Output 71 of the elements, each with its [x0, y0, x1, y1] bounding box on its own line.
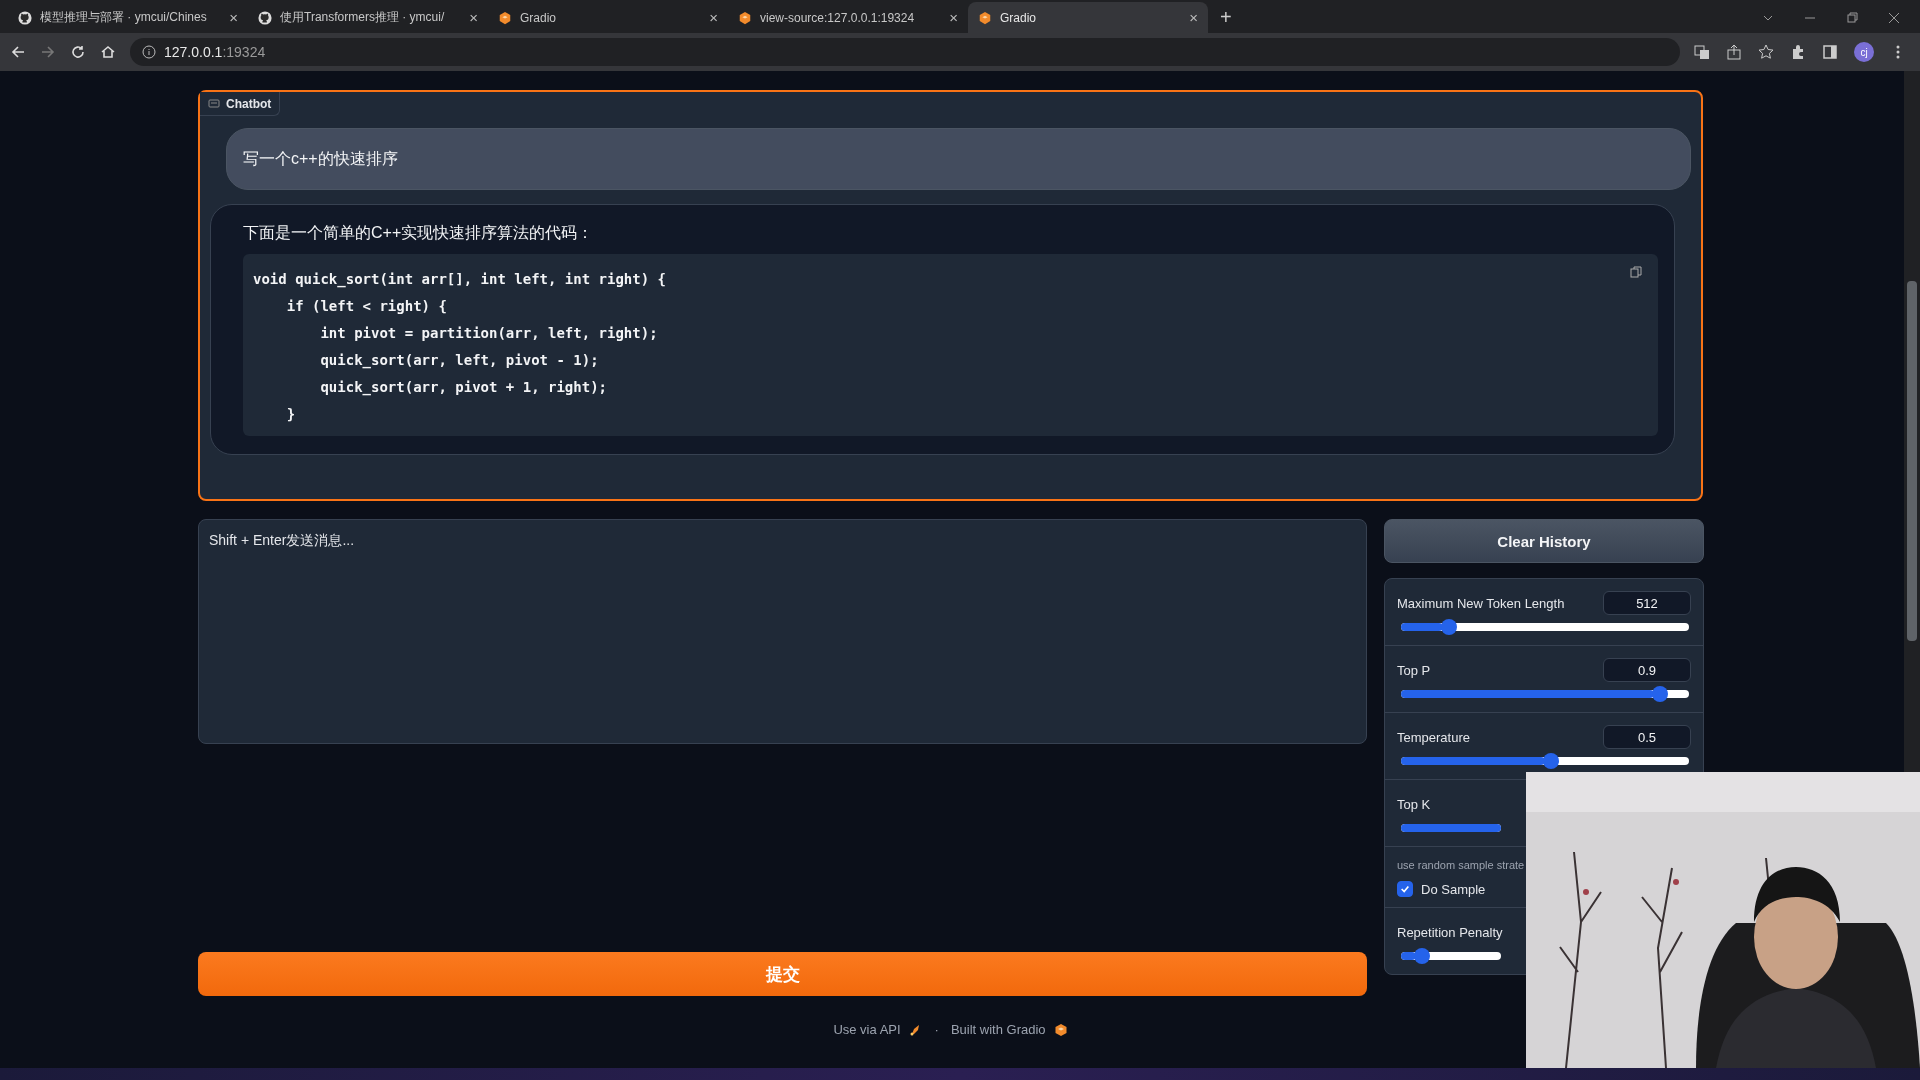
code-line: quick_sort(arr, left, pivot - 1);: [319, 351, 599, 371]
slider-label: Top K: [1397, 796, 1431, 812]
slider-label: Repetition Penalty: [1397, 924, 1503, 940]
number-field[interactable]: 0.9: [1603, 658, 1691, 682]
chat-icon: [208, 98, 220, 109]
close-icon[interactable]: ×: [229, 9, 238, 26]
cube-icon: [1053, 1022, 1068, 1037]
gradio-link[interactable]: Built with Gradio: [950, 1022, 1046, 1037]
reload-icon[interactable]: [70, 44, 86, 60]
number-field[interactable]: 0.5: [1603, 725, 1691, 749]
api-link[interactable]: Use via API: [833, 1022, 901, 1037]
tab-title: view-source:127.0.0.1:19324: [760, 10, 916, 25]
slider-track[interactable]: [1401, 824, 1501, 832]
cube-icon: [978, 10, 992, 25]
slider-label: Temperature: [1397, 729, 1470, 745]
star-icon[interactable]: [1758, 44, 1774, 60]
close-icon[interactable]: ×: [469, 9, 478, 26]
info-icon[interactable]: [142, 45, 156, 59]
separator-dot: ·: [933, 1022, 940, 1037]
restore-icon[interactable]: [1846, 11, 1858, 24]
code-line: int pivot = partition(arr, left, right);: [319, 324, 658, 343]
code-line: void quick_sort(int arr[], int left, int right) {: [253, 270, 666, 290]
slider-label: Maximum New Token Length: [1397, 595, 1565, 611]
info-text: use random sample strate: [1397, 859, 1526, 871]
number-field[interactable]: 512: [1603, 591, 1691, 615]
scrollbar[interactable]: [1907, 281, 1917, 641]
clear-history-button[interactable]: Clear History: [1384, 519, 1704, 563]
close-icon[interactable]: ×: [1189, 9, 1198, 26]
checkmark-icon: [1400, 884, 1410, 894]
tab-title: Gradio: [520, 10, 558, 25]
message-input[interactable]: Shift + Enter发送消息...: [198, 519, 1367, 744]
slider-thumb[interactable]: [1543, 753, 1559, 769]
slider-label: Top P: [1397, 662, 1431, 678]
github-icon: [18, 10, 32, 25]
slider-thumb[interactable]: [1414, 948, 1430, 964]
cube-icon: [498, 10, 512, 25]
browser-tab[interactable]: Gradio ×: [488, 2, 728, 33]
profile-avatar[interactable]: cj: [1854, 42, 1874, 62]
close-icon[interactable]: ×: [709, 9, 718, 26]
tab-title: 模型推理与部署 · ymcui/Chines: [40, 9, 208, 26]
back-icon[interactable]: [10, 44, 26, 60]
tab-title: Gradio: [1000, 10, 1038, 25]
message-text: 写一个c++的快速排序: [243, 148, 398, 169]
browser-tab[interactable]: Gradio ×: [968, 2, 1208, 33]
chatbot-label: Chatbot: [200, 92, 281, 116]
slider-thumb[interactable]: [1440, 619, 1457, 635]
home-icon[interactable]: [100, 44, 116, 60]
close-icon[interactable]: ×: [949, 9, 958, 26]
message-text: 下面是一个简单的C++实现快速排序算法的代码：: [243, 223, 595, 243]
puzzle-icon[interactable]: [1790, 44, 1806, 60]
cube-icon: [738, 10, 752, 25]
share-icon[interactable]: [1726, 44, 1742, 60]
new-tab-button[interactable]: +: [1208, 6, 1244, 33]
url-text: 127.0.0.1:19324: [164, 44, 266, 60]
close-icon[interactable]: [1888, 11, 1900, 24]
address-field[interactable]: 127.0.0.1:19324: [130, 38, 1680, 66]
code-line: quick_sort(arr, pivot + 1, right);: [319, 378, 607, 398]
checkbox-label: Do Sample: [1421, 881, 1486, 897]
github-icon: [258, 10, 272, 25]
browser-tab[interactable]: view-source:127.0.0.1:19324 ×: [728, 2, 968, 33]
translate-icon[interactable]: [1694, 44, 1710, 60]
code-line: if (left < right) {: [285, 297, 447, 316]
copy-icon[interactable]: [1630, 266, 1642, 278]
sidebar-icon[interactable]: [1822, 44, 1838, 60]
browser-tab[interactable]: 使用Transformers推理 · ymcui/ ×: [248, 2, 488, 33]
slider-thumb[interactable]: [1652, 686, 1669, 702]
tab-title: 使用Transformers推理 · ymcui/: [280, 9, 446, 26]
checkbox[interactable]: [1397, 881, 1413, 897]
browser-tab[interactable]: 模型推理与部署 · ymcui/Chines ×: [8, 2, 248, 33]
forward-icon[interactable]: [40, 44, 56, 60]
code-line: }: [285, 405, 296, 424]
